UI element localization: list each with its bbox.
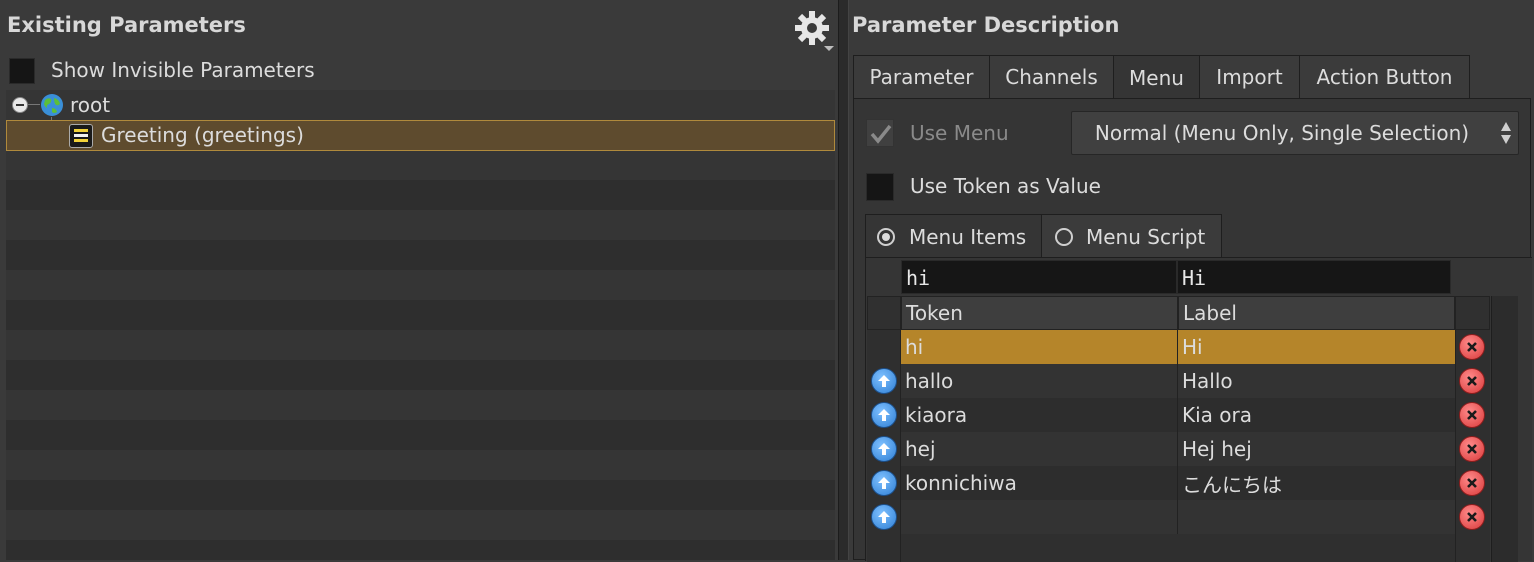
tree-row-root[interactable]: root (6, 90, 835, 120)
label-column-header[interactable]: Label (1178, 296, 1455, 330)
show-invisible-checkbox[interactable] (9, 58, 35, 84)
updown-arrows-icon (1498, 118, 1514, 148)
delete-icon (1459, 368, 1485, 394)
tab-action-button[interactable]: Action Button (1299, 55, 1470, 98)
gear-icon[interactable] (790, 8, 836, 52)
menu-items-radio[interactable] (877, 228, 895, 246)
parameter-description-title: Parameter Description (852, 13, 1120, 37)
globe-icon (40, 93, 64, 117)
description-tabs: Parameter Channels Menu Import Action Bu… (853, 55, 1470, 99)
tab-menu[interactable]: Menu (1113, 55, 1200, 99)
move-up-button[interactable] (867, 501, 901, 533)
delete-icon (1459, 402, 1485, 428)
delete-icon (1459, 436, 1485, 462)
move-up-button[interactable] (867, 433, 901, 465)
delete-button[interactable] (1456, 399, 1488, 431)
collapse-icon[interactable] (12, 97, 28, 113)
tree-root-label: root (70, 93, 111, 117)
delete-button[interactable] (1456, 467, 1488, 499)
existing-parameters-title: Existing Parameters (7, 13, 246, 37)
arrow-up-icon (871, 368, 897, 394)
panel-divider[interactable] (838, 0, 849, 560)
delete-icon (1459, 504, 1485, 530)
delete-button[interactable] (1456, 331, 1488, 363)
menu-tab-content: Use Menu Normal (Menu Only, Single Selec… (853, 98, 1532, 562)
existing-parameters-panel: Existing Parameters Show Invisible Param… (0, 0, 838, 560)
arrow-up-icon (871, 436, 897, 462)
menu-type-value: Normal (Menu Only, Single Selection) (1094, 121, 1470, 145)
delete-icon (1459, 470, 1485, 496)
menu-items-tab[interactable]: Menu Items (865, 214, 1042, 258)
menu-type-dropdown[interactable]: Normal (Menu Only, Single Selection) (1071, 111, 1519, 155)
tab-import[interactable]: Import (1199, 55, 1300, 98)
use-menu-checkbox[interactable] (866, 119, 894, 147)
move-up-button[interactable] (867, 399, 901, 431)
menu-items-table: Token Label hi Hi hallo Hallo kiaora Kia… (867, 296, 1490, 562)
arrow-up-icon (871, 402, 897, 428)
delete-button[interactable] (1456, 433, 1488, 465)
menu-items-panel: hi Hi Token Label hi Hi hallo Hallo kiao… (865, 257, 1532, 562)
menu-script-label: Menu Script (1086, 225, 1206, 249)
parameter-tree[interactable]: root Greeting (greetings) (6, 90, 835, 560)
parameter-icon (69, 124, 93, 148)
use-token-label: Use Token as Value (910, 174, 1101, 198)
token-column-header[interactable]: Token (901, 296, 1178, 330)
delete-button[interactable] (1456, 365, 1488, 397)
checkmark-icon (870, 124, 892, 144)
move-up-button[interactable] (867, 467, 901, 499)
tree-row-greeting[interactable]: Greeting (greetings) (6, 120, 835, 151)
tree-greeting-label: Greeting (greetings) (101, 123, 304, 147)
arrow-up-icon (871, 504, 897, 530)
menu-script-tab[interactable]: Menu Script (1041, 214, 1222, 257)
parameter-description-panel: Parameter Description Parameter Channels… (849, 0, 1534, 562)
show-invisible-label: Show Invisible Parameters (51, 58, 315, 82)
menu-script-radio[interactable] (1055, 228, 1073, 246)
delete-icon (1459, 334, 1485, 360)
use-menu-label: Use Menu (910, 121, 1009, 145)
tab-channels[interactable]: Channels (989, 55, 1114, 98)
tab-parameter[interactable]: Parameter (853, 55, 990, 98)
use-token-checkbox[interactable] (866, 173, 894, 201)
delete-button[interactable] (1456, 501, 1488, 533)
token-edit-field[interactable]: hi (901, 260, 1177, 294)
arrow-up-icon (871, 470, 897, 496)
label-edit-field[interactable]: Hi (1177, 260, 1451, 294)
table-scrollbar[interactable] (1491, 296, 1518, 562)
menu-items-label: Menu Items (909, 225, 1027, 249)
move-up-button[interactable] (867, 365, 901, 397)
